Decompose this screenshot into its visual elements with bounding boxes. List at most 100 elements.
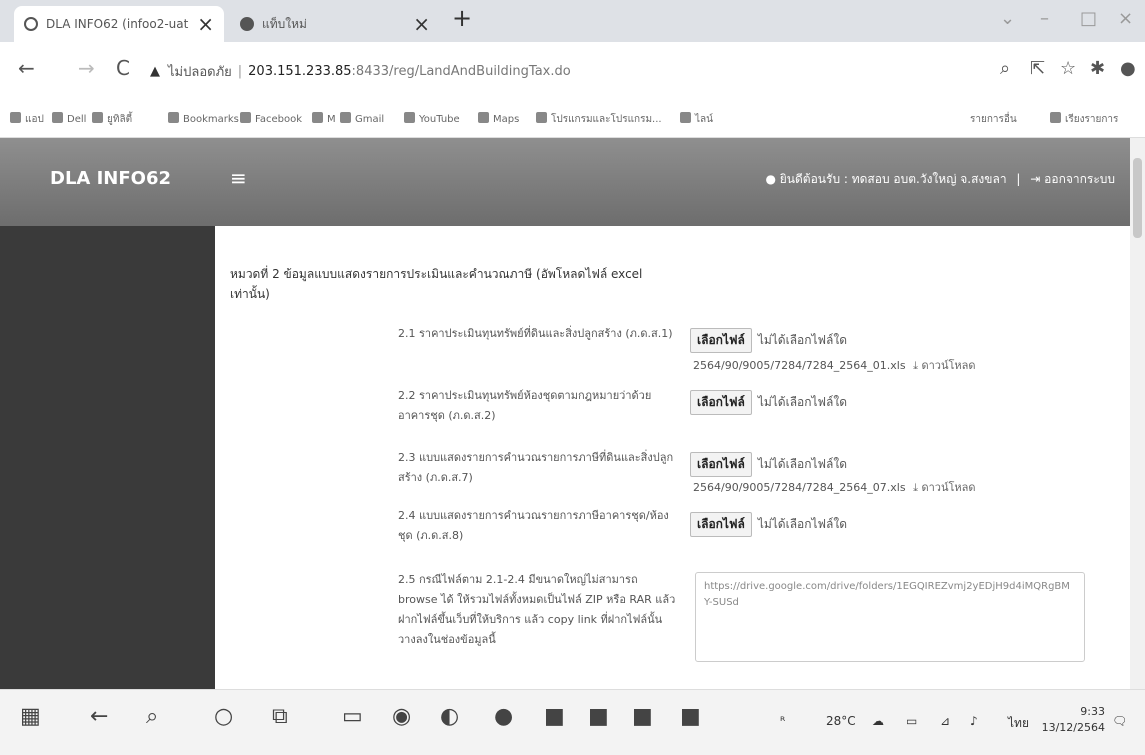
link-textarea[interactable]: https://drive.google.com/drive/folders/1…	[695, 572, 1085, 662]
bookmarks-bar: แอป Dell ยูทิลิตี้ Bookmarks Facebook M …	[0, 100, 1145, 138]
no-file-label: ไม่ได้เลือกไฟล์ใด	[757, 333, 848, 347]
back-arrow-icon[interactable]: ←	[90, 704, 108, 729]
uploaded-file-name: 2564/90/9005/7284/7284_2564_01.xls	[693, 359, 906, 372]
clock-date: 13/12/2564	[1041, 721, 1105, 734]
page-scrollbar[interactable]	[1130, 138, 1145, 689]
browser-toolbar: ← → C ▲ ไม่ปลอดภัย | 203.151.233.85 :843…	[0, 42, 1145, 100]
search-icon[interactable]: ⌕	[146, 704, 158, 729]
browser-tab-strip: DLA INFO62 (infoo2-uat) × แท็บใหม่ × + ⌄…	[0, 0, 1145, 42]
minimize-icon[interactable]: –	[1040, 8, 1049, 29]
bookmark-star-icon[interactable]: ☆	[1060, 58, 1076, 79]
download-icon: ⤓	[913, 359, 918, 372]
file-input-2-1[interactable]: เลือกไฟล์ ไม่ได้เลือกไฟล์ใด	[690, 328, 847, 353]
language-indicator[interactable]: ไทย	[1008, 714, 1029, 733]
menu-toggle-icon[interactable]: ≡	[230, 166, 247, 190]
uploaded-file-2-1: 2564/90/9005/7284/7284_2564_01.xls ⤓ ดาว…	[693, 356, 976, 374]
maximize-icon[interactable]: □	[1080, 8, 1097, 29]
chrome-taskbar-icon[interactable]: ●	[494, 704, 513, 729]
bookmark-item[interactable]: แอป	[10, 112, 44, 127]
cloud-icon[interactable]: ☁	[872, 714, 884, 728]
tab-new[interactable]: แท็บใหม่ ×	[230, 6, 440, 42]
bookmark-item[interactable]: Gmail	[340, 112, 384, 125]
bookmark-item[interactable]: M	[312, 112, 336, 125]
file-input-2-2[interactable]: เลือกไฟล์ ไม่ได้เลือกไฟล์ใด	[690, 390, 847, 415]
maps-app-icon[interactable]: ◉	[392, 704, 411, 729]
download-link[interactable]: ⤓ ดาวน์โหลด	[913, 481, 975, 494]
tab-dla-info62[interactable]: DLA INFO62 (infoo2-uat) ×	[14, 6, 224, 42]
close-tab-icon[interactable]: ×	[413, 12, 430, 36]
row-label-2-3: 2.3 แบบแสดงรายการคำนวณรายการภาษีที่ดินแล…	[398, 451, 674, 484]
youtube-icon	[404, 112, 415, 123]
page-icon	[536, 112, 547, 123]
close-window-icon[interactable]: ×	[1118, 8, 1133, 29]
sidebar	[0, 226, 215, 689]
close-tab-icon[interactable]: ×	[197, 12, 214, 36]
back-icon[interactable]: ←	[18, 56, 35, 80]
bookmark-item[interactable]: ไลน์	[680, 112, 713, 127]
brand-logo-text[interactable]: DLA INFO62	[50, 168, 171, 189]
volume-icon[interactable]: ♪	[970, 714, 978, 728]
tab-title: DLA INFO62 (infoo2-uat)	[46, 17, 190, 31]
app-header: DLA INFO62 ≡ ● ยินดีต้อนรับ : ทดสอบ อบต.…	[0, 138, 1145, 226]
apps-icon	[10, 112, 21, 123]
bookmark-item[interactable]: Dell	[52, 112, 86, 125]
edge-icon[interactable]: ◐	[440, 704, 459, 729]
choose-file-button[interactable]: เลือกไฟล์	[690, 452, 752, 477]
google-icon	[680, 112, 691, 123]
uploaded-file-2-3: 2564/90/9005/7284/7284_2564_07.xls ⤓ ดาว…	[693, 478, 976, 496]
zoom-icon[interactable]: ⌕	[1000, 58, 1010, 79]
app-icon[interactable]: ■	[588, 704, 609, 729]
forward-icon[interactable]: →	[78, 56, 95, 80]
maps-icon	[478, 112, 489, 123]
page-icon	[52, 112, 63, 123]
app-icon[interactable]: ■	[632, 704, 653, 729]
new-tab-button[interactable]: +	[452, 4, 472, 32]
choose-file-button[interactable]: เลือกไฟล์	[690, 328, 752, 353]
reload-icon[interactable]: C	[116, 56, 130, 80]
download-link[interactable]: ⤓ ดาวน์โหลด	[913, 359, 975, 372]
file-input-2-3[interactable]: เลือกไฟล์ ไม่ได้เลือกไฟล์ใด	[690, 452, 847, 477]
task-view-icon[interactable]: ⧉	[272, 704, 288, 729]
address-bar[interactable]: ▲ ไม่ปลอดภัย | 203.151.233.85 :8433/reg/…	[150, 54, 990, 88]
url-host: 203.151.233.85	[248, 63, 352, 79]
profile-avatar-icon[interactable]: ●	[1120, 58, 1136, 79]
scrollbar-thumb[interactable]	[1133, 158, 1142, 238]
logout-link[interactable]: ออกจากระบบ	[1044, 172, 1115, 186]
people-icon[interactable]: ᴿ	[780, 714, 785, 728]
notifications-icon[interactable]: 🗨	[1112, 714, 1127, 728]
user-welcome-area: ● ยินดีต้อนรับ : ทดสอบ อบต.วังใหญ่ จ.สงข…	[765, 170, 1115, 189]
chrome-icon	[240, 17, 254, 31]
reading-list[interactable]: เรียงรายการ	[1050, 112, 1118, 127]
battery-icon[interactable]: ▭	[906, 714, 917, 728]
no-file-label: ไม่ได้เลือกไฟล์ใด	[757, 457, 848, 471]
bookmark-item[interactable]: โปรแกรมและโปรแกรม...	[536, 112, 662, 127]
system-clock[interactable]: 9:33 13/12/2564	[1042, 704, 1105, 736]
m-icon	[312, 112, 323, 123]
welcome-text[interactable]: ยินดีต้อนรับ : ทดสอบ อบต.วังใหญ่ จ.สงขลา	[780, 172, 1007, 186]
choose-file-button[interactable]: เลือกไฟล์	[690, 512, 752, 537]
file-input-2-4[interactable]: เลือกไฟล์ ไม่ได้เลือกไฟล์ใด	[690, 512, 847, 537]
choose-file-button[interactable]: เลือกไฟล์	[690, 390, 752, 415]
section-title: หมวดที่ 2 ข้อมูลแบบแสดงรายการประเมินและค…	[230, 267, 643, 301]
network-icon[interactable]: ⊿	[940, 714, 950, 728]
app-icon[interactable]: ■	[680, 704, 701, 729]
chrome-icon	[92, 112, 103, 123]
bookmark-item[interactable]: Bookmarks	[168, 112, 239, 125]
tab-search-icon[interactable]: ⌄	[1000, 8, 1015, 29]
extensions-icon[interactable]: ✱	[1090, 58, 1105, 79]
app-icon[interactable]: ■	[544, 704, 565, 729]
bookmark-item[interactable]: Maps	[478, 112, 519, 125]
weather-text[interactable]: 28°C	[826, 714, 856, 728]
tab-title: แท็บใหม่	[262, 16, 307, 31]
cortana-icon[interactable]: ○	[214, 704, 233, 729]
facebook-icon	[240, 112, 251, 123]
bookmark-item[interactable]: ยูทิลิตี้	[92, 112, 132, 127]
globe-icon	[24, 17, 38, 31]
bookmark-item[interactable]: YouTube	[404, 112, 460, 125]
file-explorer-icon[interactable]: ▭	[342, 704, 363, 729]
bookmark-item[interactable]: Facebook	[240, 112, 302, 125]
windows-start-icon[interactable]: ▦	[20, 704, 41, 729]
taskbar: ▦ ← ⌕ ○ ⧉ ▭ ◉ ◐ ● ■ ■ ■ ■ ᴿ 28°C ☁ ▭ ⊿ ♪…	[0, 689, 1145, 755]
share-icon[interactable]: ⇱	[1030, 58, 1045, 79]
other-bookmarks[interactable]: รายการอื่น	[970, 112, 1017, 127]
